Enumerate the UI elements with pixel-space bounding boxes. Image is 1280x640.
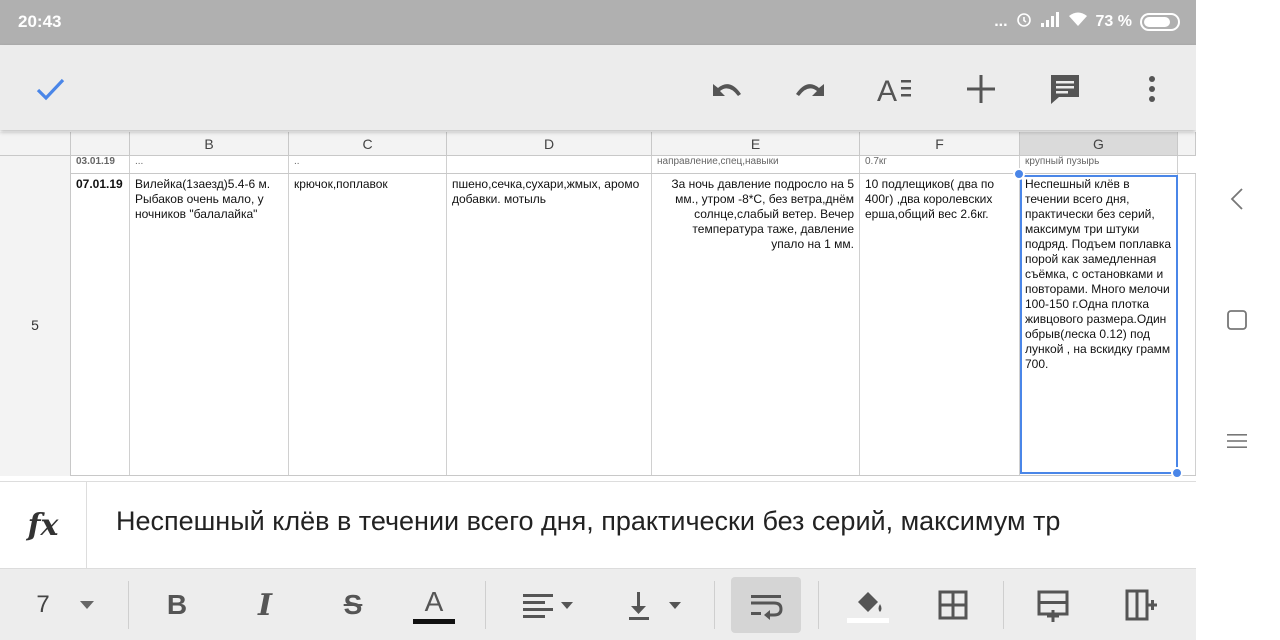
column-header-e[interactable]: E bbox=[652, 132, 860, 156]
bold-button[interactable]: B bbox=[152, 577, 202, 633]
cell-f4[interactable]: 0.7кг bbox=[860, 156, 1020, 174]
vertical-align-icon[interactable] bbox=[620, 577, 690, 633]
column-header-b[interactable]: B bbox=[130, 132, 289, 156]
status-bar: 20:43 ... 73 % bbox=[0, 0, 1196, 45]
notification-dots-icon: ... bbox=[994, 12, 1008, 30]
battery-percent: 73 % bbox=[1095, 12, 1132, 30]
selection-handle-end[interactable] bbox=[1171, 467, 1183, 479]
wifi-icon bbox=[1068, 11, 1088, 32]
formula-bar: fx Неспешный клёв в течении всего дня, п… bbox=[0, 481, 1196, 569]
fill-color-icon[interactable] bbox=[843, 577, 893, 633]
cell-d5[interactable]: пшено,сечка,сухари,жмых, аромо добавки. … bbox=[447, 174, 652, 476]
cell-h5[interactable] bbox=[1178, 174, 1196, 476]
cell-c5[interactable]: крючок,поплавок bbox=[289, 174, 447, 476]
column-header-a[interactable] bbox=[71, 132, 130, 156]
app: 20:43 ... 73 % A B C D E F G 03.01.19 ..… bbox=[0, 0, 1280, 640]
home-icon[interactable] bbox=[1222, 305, 1252, 335]
text-color-swatch bbox=[413, 618, 455, 624]
row-header-4[interactable] bbox=[0, 156, 71, 174]
cell-b5[interactable]: Вилейка(1заезд)5.4-6 м. Рыбаков очень ма… bbox=[130, 174, 289, 476]
more-vert-icon[interactable] bbox=[1130, 67, 1174, 111]
wrap-text-icon[interactable] bbox=[731, 577, 801, 633]
corner-header[interactable] bbox=[0, 132, 71, 156]
cell-a4[interactable]: 03.01.19 bbox=[71, 156, 130, 174]
cell-f5[interactable]: 10 подлещиков( два по 400г) ,два королев… bbox=[860, 174, 1020, 476]
alarm-icon bbox=[1016, 11, 1032, 32]
divider bbox=[485, 581, 486, 629]
plus-icon[interactable] bbox=[959, 67, 1003, 111]
format-toolbar: 7 B I S A bbox=[0, 568, 1196, 640]
checkmark-icon[interactable] bbox=[28, 67, 72, 111]
row-header-5[interactable]: 5 bbox=[0, 174, 71, 476]
divider bbox=[1003, 581, 1004, 629]
phone-screen: 20:43 ... 73 % A B C D E F G 03.01.19 ..… bbox=[0, 0, 1196, 640]
chevron-down-icon bbox=[79, 601, 94, 609]
insert-column-icon[interactable] bbox=[1114, 577, 1166, 633]
fill-color-swatch bbox=[847, 617, 889, 623]
selection-box bbox=[1020, 175, 1178, 474]
cell-g4[interactable]: крупный пузырь bbox=[1020, 156, 1178, 174]
menu-icon[interactable] bbox=[1222, 426, 1252, 456]
column-header-c[interactable]: C bbox=[289, 132, 447, 156]
borders-icon[interactable] bbox=[928, 577, 978, 633]
column-header-d[interactable]: D bbox=[447, 132, 652, 156]
column-header-g[interactable]: G bbox=[1020, 132, 1178, 156]
fx-icon: fx bbox=[0, 482, 87, 569]
cell-e4[interactable]: направление,спец,навыки bbox=[652, 156, 860, 174]
align-left-icon[interactable] bbox=[512, 577, 582, 633]
font-size-value: 7 bbox=[36, 591, 50, 618]
divider bbox=[818, 581, 819, 629]
formula-input[interactable]: Неспешный клёв в течении всего дня, прак… bbox=[116, 506, 1181, 537]
signal-icon bbox=[1040, 11, 1060, 32]
column-header-h[interactable] bbox=[1178, 132, 1196, 156]
status-time: 20:43 bbox=[18, 12, 62, 31]
cell-e5[interactable]: За ночь давление подросло на 5 мм., утро… bbox=[652, 174, 860, 476]
strikethrough-button[interactable]: S bbox=[328, 577, 378, 633]
italic-button[interactable]: I bbox=[240, 577, 290, 633]
text-color-label: A bbox=[424, 585, 444, 617]
column-header-f[interactable]: F bbox=[860, 132, 1020, 156]
divider bbox=[128, 581, 129, 629]
cell-d4[interactable] bbox=[447, 156, 652, 174]
cell-c4[interactable]: .. bbox=[289, 156, 447, 174]
comment-icon[interactable] bbox=[1043, 67, 1087, 111]
cell-b4[interactable]: ... bbox=[130, 156, 289, 174]
spreadsheet-grid: B C D E F G 03.01.19 ... .. направление,… bbox=[0, 130, 1196, 480]
font-size-dropdown[interactable]: 7 bbox=[20, 577, 110, 633]
back-icon[interactable] bbox=[1222, 184, 1252, 214]
svg-text:A: A bbox=[877, 75, 897, 106]
insert-row-icon[interactable] bbox=[1027, 577, 1079, 633]
redo-icon[interactable] bbox=[790, 67, 834, 111]
text-format-icon[interactable]: A bbox=[873, 67, 917, 111]
divider bbox=[714, 581, 715, 629]
selection-handle-start[interactable] bbox=[1013, 168, 1025, 180]
battery-icon bbox=[1140, 12, 1180, 31]
top-toolbar: A bbox=[0, 45, 1196, 130]
undo-icon[interactable] bbox=[703, 67, 747, 111]
text-color-button[interactable]: A bbox=[410, 577, 458, 633]
status-icons: ... 73 % bbox=[994, 11, 1180, 32]
cell-a5[interactable]: 07.01.19 bbox=[71, 174, 130, 476]
system-nav-bar bbox=[1196, 0, 1280, 640]
row-divider bbox=[71, 475, 1196, 476]
